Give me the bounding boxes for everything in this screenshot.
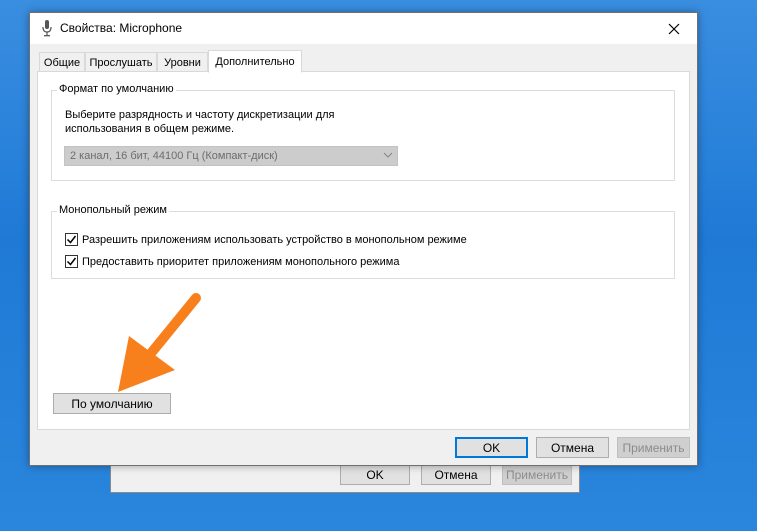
background-apply-button: Применить [502,464,572,485]
advanced-tab-panel: Формат по умолчанию Выберите разрядность… [37,71,690,430]
default-format-description-line2: использования в общем режиме. [65,123,235,135]
ok-button[interactable]: OK [455,437,528,458]
chevron-down-icon [383,150,393,163]
default-format-description-line1: Выберите разрядность и частоту дискретиз… [65,109,335,121]
sample-rate-selected-value: 2 канал, 16 бит, 44100 Гц (Компакт-диск) [70,150,278,162]
tab-general[interactable]: Общие [39,52,85,72]
microphone-properties-window: Свойства: Microphone Общие Прослушать Ур… [29,12,698,466]
tab-listen[interactable]: Прослушать [85,52,157,72]
cancel-button[interactable]: Отмена [536,437,609,458]
apply-button: Применить [617,437,690,458]
checkmark-icon [66,257,77,266]
checkmark-icon [66,235,77,244]
background-cancel-button[interactable]: Отмена [421,464,491,485]
default-format-legend: Формат по умолчанию [57,83,176,95]
exclusive-priority-checkbox[interactable] [65,255,78,268]
default-format-group: Формат по умолчанию Выберите разрядность… [51,83,675,181]
exclusive-mode-group: Монопольный режим Разрешить приложениям … [51,204,675,279]
restore-defaults-button[interactable]: По умолчанию [53,393,171,414]
window-title: Свойства: Microphone [60,21,183,35]
tab-advanced[interactable]: Дополнительно [208,50,302,73]
microphone-icon [41,20,53,37]
close-icon [668,23,680,34]
allow-exclusive-control-label: Разрешить приложениям использовать устро… [82,233,467,246]
title-bar[interactable]: Свойства: Microphone [30,13,697,44]
exclusive-priority-label: Предоставить приоритет приложениям моноп… [82,255,400,268]
allow-exclusive-control-checkbox[interactable] [65,233,78,246]
close-button[interactable] [651,13,697,44]
background-ok-button[interactable]: OK [340,464,410,485]
sample-rate-dropdown: 2 канал, 16 бит, 44100 Гц (Компакт-диск) [64,146,398,166]
exclusive-mode-legend: Монопольный режим [57,204,169,216]
tab-levels[interactable]: Уровни [157,52,208,72]
allow-exclusive-control-option[interactable]: Разрешить приложениям использовать устро… [65,233,467,246]
exclusive-priority-option[interactable]: Предоставить приоритет приложениям моноп… [65,255,399,268]
